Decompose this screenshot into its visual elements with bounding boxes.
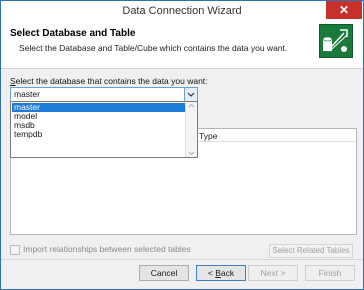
chevron-down-icon[interactable] [184,88,197,101]
next-button[interactable]: Next > [248,265,298,281]
back-button[interactable]: < Back [196,265,246,281]
footer-divider [1,259,363,260]
database-option-tempdb[interactable]: tempdb [12,130,186,139]
title-bar: Data Connection Wizard ✕ [1,1,363,22]
page-subtitle: Select the Database and Table/Cube which… [19,43,288,53]
database-dropdown-list[interactable]: master model msdb tempdb [10,101,198,158]
close-button[interactable]: ✕ [326,1,362,19]
wizard-header: Select Database and Table Select the Dat… [1,22,363,69]
import-relationships-checkbox[interactable] [10,245,20,255]
wizard-window: Data Connection Wizard ✕ Select Database… [0,0,364,290]
database-connection-icon [319,24,353,58]
database-option-model[interactable]: model [12,112,186,121]
column-header-type[interactable]: Type [199,131,217,141]
database-option-master[interactable]: master [12,103,186,112]
cancel-button[interactable]: Cancel [139,265,189,281]
close-icon: ✕ [338,3,350,17]
database-select[interactable]: master [10,87,198,102]
page-title: Select Database and Table [10,28,136,39]
wizard-content: Select the database that contains the da… [1,68,363,289]
dropdown-scrollbar[interactable] [185,102,197,157]
window-title: Data Connection Wizard [122,5,242,17]
import-relationships-label: Import relationships between selected ta… [23,244,191,254]
database-label: Select the database that contains the da… [10,76,208,86]
select-related-tables-button[interactable]: Select Related Tables [269,244,353,258]
database-select-value: master [14,89,40,99]
finish-button[interactable]: Finish [305,265,355,281]
